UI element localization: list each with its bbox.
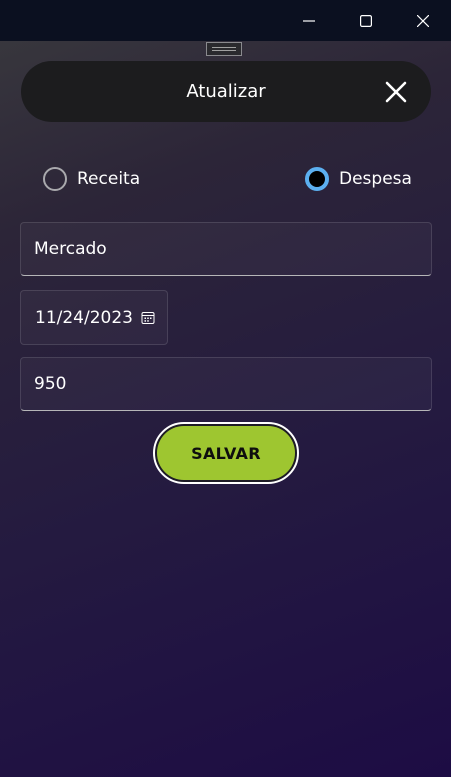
window-titlebar bbox=[0, 0, 451, 41]
save-button[interactable]: SALVAR bbox=[153, 422, 299, 484]
minimize-icon bbox=[302, 19, 315, 22]
page-title: Atualizar bbox=[186, 81, 266, 102]
maximize-button[interactable] bbox=[337, 0, 394, 41]
drag-handle[interactable] bbox=[206, 42, 242, 56]
description-input[interactable]: Mercado bbox=[20, 222, 432, 276]
minimize-button[interactable] bbox=[280, 0, 337, 41]
radio-unchecked-icon bbox=[43, 167, 67, 191]
calendar-icon bbox=[141, 312, 155, 324]
maximize-icon bbox=[359, 14, 372, 27]
close-icon bbox=[385, 81, 407, 103]
description-value: Mercado bbox=[34, 239, 107, 259]
close-icon bbox=[416, 14, 429, 27]
date-picker[interactable]: 11/24/2023 bbox=[20, 290, 168, 345]
date-value: 11/24/2023 bbox=[35, 307, 133, 328]
amount-input[interactable]: 950 bbox=[20, 357, 432, 411]
header-bar: Atualizar bbox=[21, 61, 431, 122]
radio-receita-label: Receita bbox=[77, 169, 141, 189]
window-close-button[interactable] bbox=[394, 0, 451, 41]
radio-receita[interactable]: Receita bbox=[43, 166, 140, 192]
save-button-label: SALVAR bbox=[157, 426, 295, 480]
radio-checked-icon bbox=[305, 167, 329, 191]
amount-value: 950 bbox=[34, 374, 67, 394]
radio-despesa[interactable]: Despesa bbox=[305, 166, 412, 192]
close-dialog-button[interactable] bbox=[383, 79, 409, 105]
radio-despesa-label: Despesa bbox=[339, 169, 412, 189]
